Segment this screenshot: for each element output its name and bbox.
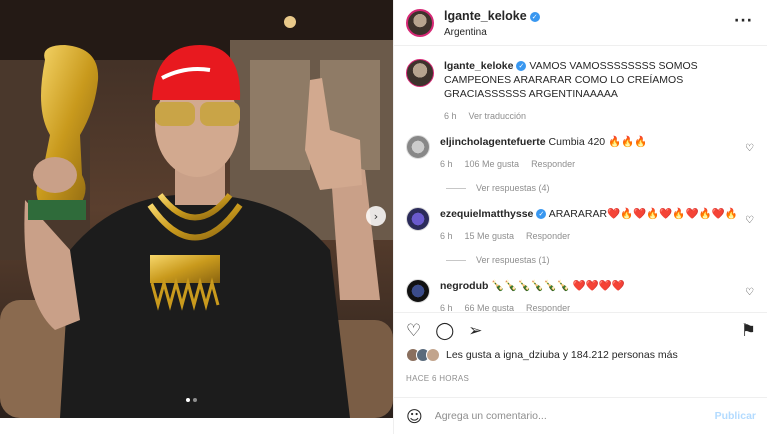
post-header: lgante_keloke ✓ Argentina ··· xyxy=(394,0,767,46)
heart-icon[interactable]: ♡ xyxy=(745,143,754,154)
reply-button[interactable]: Responder xyxy=(531,159,575,169)
comment-username[interactable]: eljincholagentefuerte xyxy=(440,136,546,148)
add-comment-bar: ☺ Publicar xyxy=(394,397,767,434)
comment-message: 🍾🍾🍾🍾🍾🍾 ❤️❤️❤️❤️ xyxy=(491,280,625,292)
post-photo: › xyxy=(0,0,393,418)
emoji-icon[interactable]: ☺ xyxy=(406,407,423,426)
share-icon[interactable]: ➢ xyxy=(468,321,482,341)
post-time: HACE 6 HORAS xyxy=(406,374,470,383)
caption: lgante_keloke ✓ VAMOS VAMOSSSSSSSS SOMOS … xyxy=(406,59,756,121)
author-info: lgante_keloke ✓ Argentina xyxy=(444,7,540,38)
heart-icon[interactable]: ♡ xyxy=(406,321,421,341)
caption-avatar[interactable] xyxy=(406,59,434,87)
view-replies-button[interactable]: Ver respuestas (1) xyxy=(446,255,756,265)
list-item: eljincholagentefuerte Cumbia 420 🔥🔥🔥 6 h… xyxy=(406,135,756,169)
verified-icon: ✓ xyxy=(516,61,527,71)
caption-username[interactable]: lgante_keloke xyxy=(444,60,513,72)
post-location[interactable]: Argentina xyxy=(444,27,540,38)
comment-message: Cumbia 420 🔥🔥🔥 xyxy=(548,136,648,148)
next-arrow-icon[interactable]: › xyxy=(366,206,386,226)
caption-time: 6 h xyxy=(444,111,457,121)
comment-text: eljincholagentefuerte Cumbia 420 🔥🔥🔥 xyxy=(440,135,738,149)
comment-avatar[interactable] xyxy=(406,279,430,303)
verified-icon: ✓ xyxy=(536,209,547,219)
comment-avatar[interactable] xyxy=(406,135,430,159)
comment-time: 6 h xyxy=(440,231,453,241)
caption-body: lgante_keloke ✓ VAMOS VAMOSSSSSSSS SOMOS … xyxy=(444,59,756,121)
heart-icon[interactable]: ♡ xyxy=(745,215,754,226)
author-avatar[interactable] xyxy=(406,8,434,37)
comment-avatar[interactable] xyxy=(406,207,430,231)
comment-icon[interactable]: ◯ xyxy=(435,321,454,341)
comments-list: lgante_keloke ✓ VAMOS VAMOSSSSSSSS SOMOS … xyxy=(394,47,767,312)
comment-meta: 6 h 66 Me gusta Responder xyxy=(440,303,738,312)
reply-button[interactable]: Responder xyxy=(526,303,570,312)
comment-time: 6 h xyxy=(440,159,453,169)
reply-button[interactable]: Responder xyxy=(526,231,570,241)
comment-text: negrodub 🍾🍾🍾🍾🍾🍾 ❤️❤️❤️❤️ xyxy=(440,279,738,293)
list-item: ezequielmatthysse ✓ ARARARAR❤️🔥❤️🔥❤️🔥❤️🔥❤… xyxy=(406,207,756,241)
comment-input[interactable] xyxy=(434,410,715,422)
comment-likes[interactable]: 66 Me gusta xyxy=(465,303,515,312)
comment-username[interactable]: negrodub xyxy=(440,280,488,292)
photo-illustration xyxy=(0,0,393,418)
comment-likes[interactable]: 15 Me gusta xyxy=(465,231,515,241)
carousel-dot xyxy=(186,398,190,402)
comment-text: ezequielmatthysse ✓ ARARARAR❤️🔥❤️🔥❤️🔥❤️🔥❤… xyxy=(440,207,738,221)
caption-meta: 6 h Ver traducción xyxy=(444,111,738,121)
view-replies-button[interactable]: Ver respuestas (4) xyxy=(446,183,756,193)
likes-text[interactable]: Les gusta a igna_dziuba y 184.212 person… xyxy=(446,349,678,361)
comment-time: 6 h xyxy=(440,303,453,312)
comment-username[interactable]: ezequielmatthysse xyxy=(440,208,533,220)
bookmark-icon[interactable]: ⚑ xyxy=(741,321,756,341)
caption-text: lgante_keloke ✓ VAMOS VAMOSSSSSSSS SOMOS … xyxy=(444,59,738,101)
comment-body: ezequielmatthysse ✓ ARARARAR❤️🔥❤️🔥❤️🔥❤️🔥❤… xyxy=(440,207,756,241)
heart-icon[interactable]: ♡ xyxy=(745,287,754,298)
comment-message: ARARARAR❤️🔥❤️🔥❤️🔥❤️🔥❤️🔥 xyxy=(548,208,738,220)
comment-meta: 6 h 15 Me gusta Responder xyxy=(440,231,738,241)
author-username[interactable]: lgante_keloke xyxy=(444,9,527,23)
more-horizontal-icon[interactable]: ··· xyxy=(734,13,753,29)
publish-button[interactable]: Publicar xyxy=(715,410,756,422)
carousel-dots xyxy=(186,398,197,402)
carousel-dot xyxy=(193,398,197,402)
verified-icon: ✓ xyxy=(529,12,540,22)
comment-body: eljincholagentefuerte Cumbia 420 🔥🔥🔥 6 h… xyxy=(440,135,756,169)
post-panel: lgante_keloke ✓ Argentina ··· lgante_kelo… xyxy=(393,0,767,434)
translate-link[interactable]: Ver traducción xyxy=(469,111,527,121)
avatar xyxy=(426,348,440,362)
comment-meta: 6 h 106 Me gusta Responder xyxy=(440,159,738,169)
post-actions: ♡ ◯ ➢ ⚑ xyxy=(394,312,767,348)
photo-bottom-bar xyxy=(0,418,393,434)
comment-body: negrodub 🍾🍾🍾🍾🍾🍾 ❤️❤️❤️❤️ 6 h 66 Me gusta… xyxy=(440,279,756,312)
likes-summary: Les gusta a igna_dziuba y 184.212 person… xyxy=(406,348,678,362)
list-item: negrodub 🍾🍾🍾🍾🍾🍾 ❤️❤️❤️❤️ 6 h 66 Me gusta… xyxy=(406,279,756,312)
comment-likes[interactable]: 106 Me gusta xyxy=(465,159,520,169)
